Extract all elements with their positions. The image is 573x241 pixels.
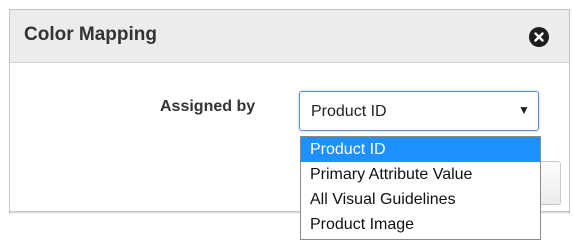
dropdown-option-all-visual-guidelines[interactable]: All Visual Guidelines <box>301 187 540 212</box>
dropdown-option-primary-attribute-value[interactable]: Primary Attribute Value <box>301 162 540 187</box>
dialog-title: Color Mapping <box>24 24 157 45</box>
close-button[interactable] <box>529 27 549 47</box>
dropdown-option-product-id[interactable]: Product ID <box>301 137 540 162</box>
assigned-by-dropdown-list: Product ID Primary Attribute Value All V… <box>300 136 541 240</box>
assigned-by-select[interactable]: Product ID ▼ <box>299 91 539 131</box>
chevron-down-icon: ▼ <box>518 103 530 117</box>
assigned-by-selected-value: Product ID <box>311 103 387 120</box>
close-icon <box>534 32 544 42</box>
dialog-titlebar: Color Mapping <box>10 10 569 63</box>
dropdown-option-product-image[interactable]: Product Image <box>301 212 540 237</box>
assigned-by-label: Assigned by <box>160 98 256 115</box>
